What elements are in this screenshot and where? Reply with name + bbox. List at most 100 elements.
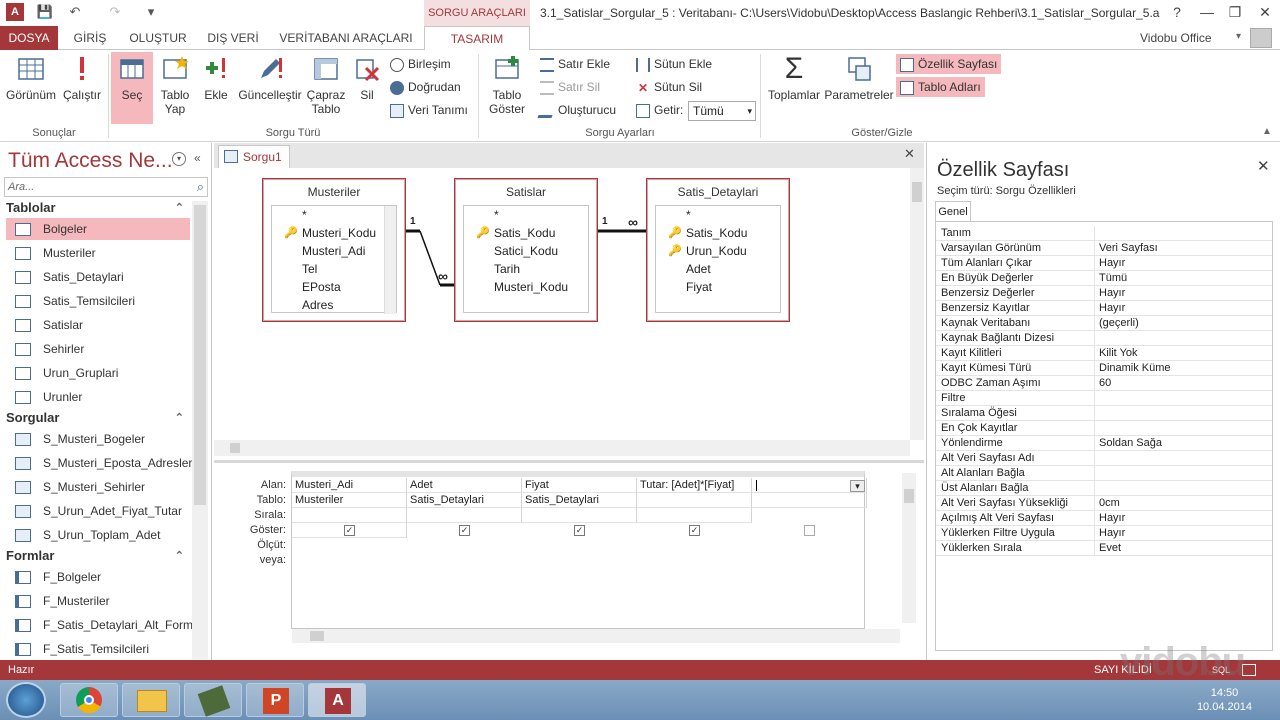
field-list-scrollbar[interactable] (384, 206, 396, 314)
field-item[interactable]: * (686, 206, 691, 224)
start-button[interactable] (6, 682, 46, 718)
nav-item-form[interactable]: F_Satis_Temsilcileri (6, 638, 190, 660)
sutun-ekle-button[interactable]: Sütun Ekle (636, 54, 712, 74)
grid-sort-cell[interactable] (292, 508, 407, 523)
field-item[interactable]: Musteri_Adi (302, 242, 365, 260)
property-row[interactable]: Üst Alanları Bağla (936, 481, 1272, 496)
close-icon[interactable]: ✕ (1257, 157, 1270, 175)
taskbar-explorer[interactable] (122, 683, 180, 717)
property-value[interactable]: Veri Sayfası (1094, 241, 1272, 256)
nav-item-query[interactable]: S_Musteri_Sehirler (6, 476, 190, 498)
sec-button[interactable]: Seç (111, 52, 153, 124)
grid-sort-cell[interactable] (522, 508, 637, 523)
close-button[interactable]: ✕ (1250, 0, 1280, 26)
scroll-thumb[interactable] (310, 631, 324, 641)
nav-item-form[interactable]: F_Bolgeler (6, 566, 190, 588)
grid-sort-cell[interactable] (637, 508, 752, 523)
taskbar-powerpoint[interactable]: P (246, 683, 304, 717)
veri-tanimi-button[interactable]: Veri Tanımı (390, 100, 468, 120)
nav-item-table[interactable]: Urunler (6, 386, 190, 408)
property-value[interactable]: Kilit Yok (1094, 346, 1272, 361)
ozellik-sayfasi-button[interactable]: Özellik Sayfası (896, 54, 1002, 74)
upper-horizontal-scrollbar[interactable] (214, 440, 910, 456)
grid-table-cell[interactable] (752, 493, 867, 508)
collapse-ribbon-icon[interactable]: ▲ (1262, 126, 1272, 137)
nav-item-table[interactable]: Satis_Detaylari (6, 266, 190, 288)
show-checkbox[interactable]: ✓ (459, 525, 470, 536)
property-row[interactable]: Benzersiz Değerler Hayır (936, 286, 1272, 301)
tablo-goster-button[interactable]: Tablo Göster (484, 54, 530, 122)
satir-sil-button[interactable]: Satır Sil (540, 77, 600, 97)
property-value[interactable]: (geçerli) (1094, 316, 1272, 331)
property-value[interactable]: Dinamik Küme (1094, 361, 1272, 376)
property-value[interactable]: Hayır (1094, 286, 1272, 301)
field-item[interactable]: Tel (302, 260, 317, 278)
nav-item-table[interactable]: Bolgeler (6, 218, 190, 240)
toplamlar-button[interactable]: Σ Toplamlar (766, 54, 822, 122)
taskbar-app[interactable] (184, 683, 242, 717)
user-avatar[interactable] (1250, 28, 1272, 48)
access-app-icon[interactable]: A (6, 3, 24, 21)
property-value[interactable]: Hayır (1094, 301, 1272, 316)
property-value[interactable] (1094, 481, 1272, 496)
nav-item-form[interactable]: F_Musteriler (6, 590, 190, 612)
tablo-adlari-button[interactable]: Tablo Adları (896, 77, 985, 97)
property-row[interactable]: Sıralama Öğesi (936, 406, 1272, 421)
undo-icon[interactable]: ↶ (66, 3, 84, 21)
taskbar-clock[interactable]: 14:50 10.04.2014 (1197, 686, 1252, 714)
property-value[interactable]: Hayır (1094, 256, 1272, 271)
gorunum-button[interactable]: Görünüm (4, 54, 58, 122)
field-item-key[interactable]: 🔑 Satis_Kodu (476, 224, 555, 242)
upper-vertical-scrollbar[interactable] (910, 168, 924, 440)
grid-horizontal-scrollbar[interactable] (292, 629, 900, 643)
property-row[interactable]: En Büyük Değerler Tümü (936, 271, 1272, 286)
nav-item-query[interactable]: S_Urun_Adet_Fiyat_Tutar (6, 500, 190, 522)
field-list-title[interactable]: Musteriler (263, 179, 405, 205)
property-value[interactable] (1094, 331, 1272, 346)
customize-toolbar-icon[interactable]: ▾ (142, 3, 160, 21)
field-dropdown-button[interactable]: ▾ (850, 480, 865, 492)
nav-item-query[interactable]: S_Urun_Toplam_Adet (6, 524, 190, 546)
calistir-button[interactable]: Çalıştır (60, 54, 104, 122)
tab-dis-veri[interactable]: DIŞ VERİ (200, 26, 266, 50)
property-row[interactable]: Açılmış Alt Veri Sayfası Hayır (936, 511, 1272, 526)
tab-veritabani-araclari[interactable]: VERİTABANI ARAÇLARI (272, 26, 420, 50)
nav-item-form[interactable]: F_Satis_Detaylari_Alt_Form (6, 614, 193, 636)
property-row[interactable]: Tanım (936, 226, 1272, 241)
property-value[interactable] (1094, 406, 1272, 421)
grid-field-cell[interactable]: Fiyat (522, 478, 637, 493)
grid-sort-cell[interactable] (407, 508, 522, 523)
grid-field-cell[interactable]: Adet (407, 478, 522, 493)
property-row[interactable]: Kaynak Bağlantı Dizesi (936, 331, 1272, 346)
nav-item-table[interactable]: Urun_Gruplari (6, 362, 190, 384)
grid-table-cell[interactable]: Satis_Detaylari (522, 493, 637, 508)
property-row[interactable]: Alt Alanları Bağla (936, 466, 1272, 481)
grid-vertical-scrollbar[interactable] (902, 473, 916, 623)
property-value[interactable] (1094, 451, 1272, 466)
property-row[interactable]: Benzersiz Kayıtlar Hayır (936, 301, 1272, 316)
grid-table-cell[interactable]: Satis_Detaylari (407, 493, 522, 508)
property-value[interactable] (1094, 226, 1272, 241)
user-account[interactable]: Vidobu Office (1140, 26, 1212, 50)
dogrudan-button[interactable]: Doğrudan (390, 77, 461, 97)
property-value[interactable]: Soldan Sağa (1094, 436, 1272, 451)
guncellestir-button[interactable]: Güncelleştir (237, 54, 303, 122)
property-value[interactable]: Tümü (1094, 271, 1272, 286)
field-list-satislar[interactable]: Satislar * 🔑 Satis_Kodu Satici_Kodu Tarih… (454, 178, 598, 322)
field-item[interactable]: Satici_Kodu (494, 242, 558, 260)
tab-genel[interactable]: Genel (935, 201, 971, 221)
tab-dosya[interactable]: DOSYA (0, 26, 58, 50)
help-button[interactable]: ? (1162, 0, 1192, 26)
field-item-key[interactable]: 🔑 Musteri_Kodu (284, 224, 376, 242)
grid-table-cell[interactable]: Musteriler (292, 493, 407, 508)
nav-item-query[interactable]: S_Musteri_Bogeler (6, 428, 190, 450)
account-dropdown-icon[interactable]: ▾ (1236, 31, 1248, 45)
property-value[interactable] (1094, 391, 1272, 406)
property-value[interactable]: 0cm (1094, 496, 1272, 511)
nav-menu-icon[interactable]: ▾ (172, 152, 186, 166)
sutun-sil-button[interactable]: ✕ Sütun Sil (636, 77, 702, 97)
property-row[interactable]: Kayıt Kümesi Türü Dinamik Küme (936, 361, 1272, 376)
property-value[interactable]: 60 (1094, 376, 1272, 391)
minimize-button[interactable]: — (1192, 0, 1222, 26)
nav-pane-title[interactable]: Tüm Access Ne... (8, 149, 173, 173)
